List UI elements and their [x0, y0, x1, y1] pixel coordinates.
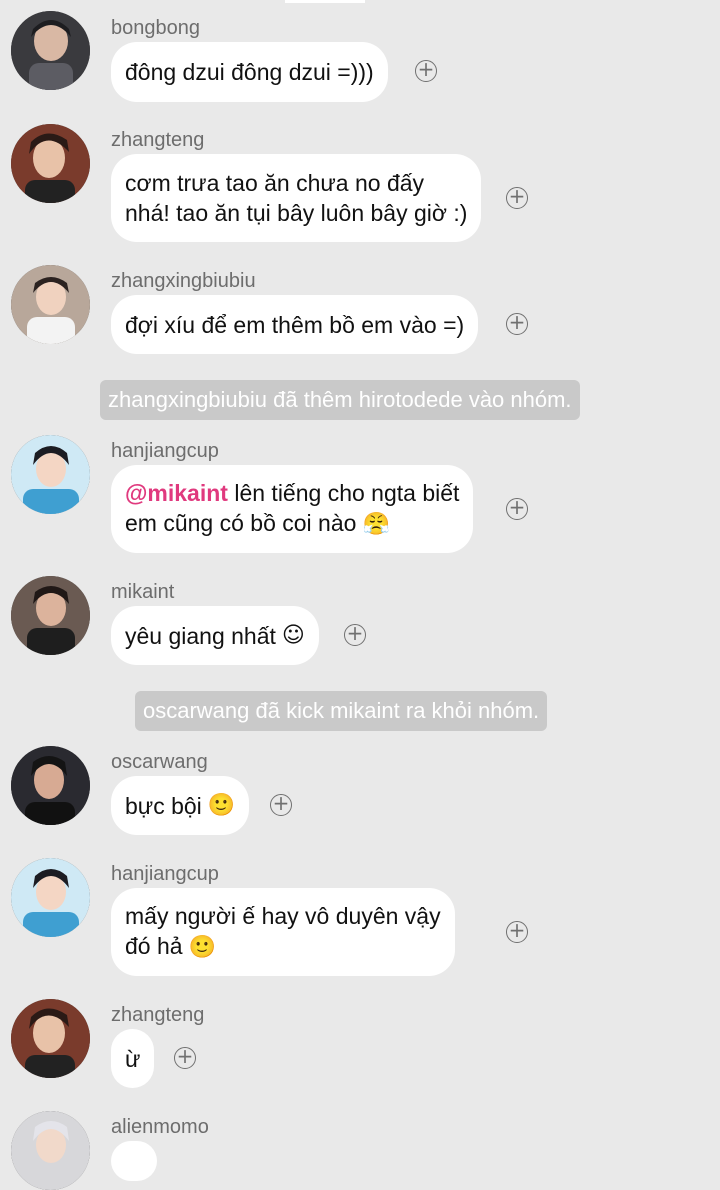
username: bongbong	[111, 17, 200, 39]
message-bubble[interactable]	[111, 1141, 157, 1181]
angry-face-emoji: 😤	[362, 512, 390, 537]
system-notice: oscarwang đã kick mikaint ra khỏi nhóm.	[135, 691, 548, 731]
message-bubble[interactable]: đợi xíu để em thêm bồ em vào =)	[111, 295, 479, 354]
add-reaction-icon[interactable]: +	[415, 59, 437, 82]
username: hanjiangcup	[111, 440, 219, 462]
top-edge-strip	[285, 0, 365, 3]
slightly-smiling-face-emoji: 🙂	[207, 792, 236, 818]
add-reaction-icon[interactable]: +	[506, 920, 528, 943]
avatar-zhangteng[interactable]	[11, 999, 90, 1078]
system-notice: zhangxingbiubiu đã thêm hirotodede vào n…	[100, 380, 580, 420]
add-reaction-icon[interactable]: +	[506, 186, 528, 209]
message-bubble[interactable]: yêu giang nhất ☺	[111, 606, 319, 665]
message-text-line: mấy người ế hay vô duyên vậy	[125, 903, 441, 929]
avatar-bongbong[interactable]	[11, 11, 90, 90]
message-bubble[interactable]: @mikaint lên tiếng cho ngta biết em cũng…	[111, 465, 474, 553]
username: zhangxingbiubiu	[111, 270, 256, 292]
message-bubble[interactable]: mấy người ế hay vô duyên vậy đó hả 🙂	[111, 888, 455, 976]
slightly-smiling-face-emoji: 🙂	[188, 935, 216, 960]
avatar-oscarwang[interactable]	[11, 746, 90, 825]
message-text: đợi xíu để em thêm bồ em vào =)	[125, 311, 465, 338]
avatar-zhangteng[interactable]	[11, 124, 90, 203]
message-text-line: đó hả 🙂	[125, 933, 216, 960]
message-bubble[interactable]: bực bội 🙂	[111, 776, 250, 835]
message-text-line: cơm trưa tao ăn chưa no đấy	[125, 170, 425, 196]
username: zhangteng	[111, 1004, 205, 1026]
add-reaction-icon[interactable]: +	[506, 497, 528, 520]
message-text-line: @mikaint lên tiếng cho ngta biết	[125, 480, 460, 506]
username: oscarwang	[111, 751, 208, 773]
avatar-zhangxingbiubiu[interactable]	[11, 265, 90, 344]
message-text: yêu giang nhất	[125, 622, 276, 649]
message-text: đông dzui đông dzui =)))	[125, 59, 374, 85]
avatar-hanjiangcup[interactable]	[11, 435, 90, 514]
username: zhangteng	[111, 129, 205, 151]
message-bubble[interactable]: cơm trưa tao ăn chưa no đấy nhá! tao ăn …	[111, 154, 482, 242]
message-text: bực bội	[125, 792, 202, 819]
add-reaction-icon[interactable]: +	[270, 793, 292, 816]
avatar-mikaint[interactable]	[11, 576, 90, 655]
smiling-face-emoji: ☺	[281, 622, 305, 648]
username: mikaint	[111, 581, 175, 603]
message-text-line: nhá! tao ăn tụi bây luôn bây giờ :)	[125, 200, 468, 226]
message-bubble[interactable]: đông dzui đông dzui =)))	[111, 42, 388, 102]
add-reaction-icon[interactable]: +	[174, 1046, 196, 1069]
username: hanjiangcup	[111, 863, 219, 885]
avatar-hanjiangcup[interactable]	[11, 858, 90, 937]
username: alienmomo	[111, 1116, 209, 1138]
mention-link[interactable]: @mikaint	[125, 480, 228, 506]
message-text: ừ	[125, 1045, 141, 1072]
add-reaction-icon[interactable]: +	[506, 312, 528, 335]
message-text-line: em cũng có bồ coi nào 😤	[125, 510, 390, 537]
message-bubble[interactable]: ừ	[111, 1029, 155, 1088]
add-reaction-icon[interactable]: +	[344, 623, 366, 646]
avatar-alienmomo[interactable]	[11, 1111, 90, 1190]
